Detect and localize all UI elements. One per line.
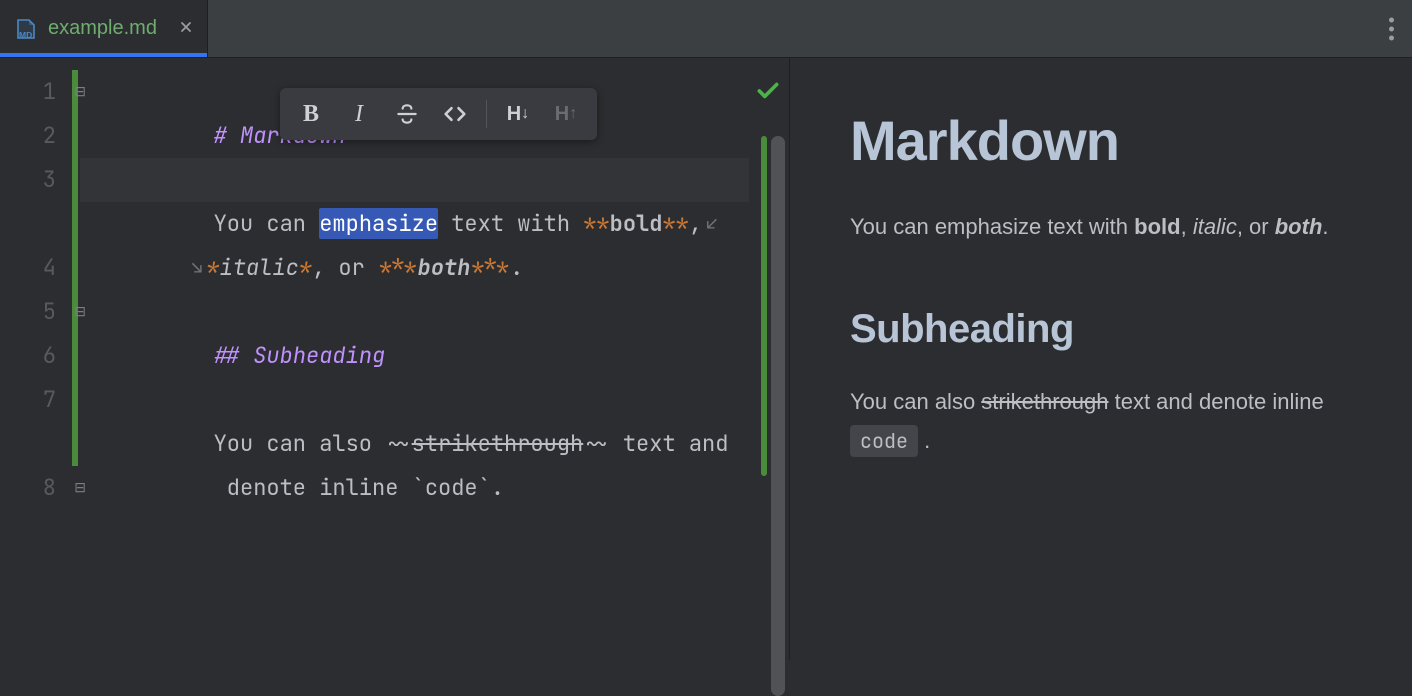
toolbar-separator — [486, 100, 487, 128]
file-tab[interactable]: MD example.md — [0, 0, 208, 57]
heading-increase-button[interactable]: H↓ — [495, 94, 541, 134]
markdown-formatting-toolbar: B I H↓ H↑ — [280, 88, 597, 140]
markdown-file-icon: MD — [14, 17, 38, 41]
svg-text:MD: MD — [19, 30, 32, 40]
editor-right-gutter — [749, 58, 789, 660]
markdown-source-editor[interactable]: 1⊟ 2 3 4 5⊟ 6 7 8⊟ # Markdown You can em… — [0, 58, 790, 660]
text-selection: emphasize — [319, 208, 438, 239]
heading-decrease-button[interactable]: H↑ — [543, 94, 589, 134]
soft-wrap-icon: ↙ — [706, 203, 717, 247]
editor-preview-split: 1⊟ 2 3 4 5⊟ 6 7 8⊟ # Markdown You can em… — [0, 58, 1412, 660]
italic-button[interactable]: I — [336, 94, 382, 134]
line-number: 6 — [0, 334, 70, 378]
strikethrough-button[interactable] — [384, 94, 430, 134]
code-button[interactable] — [432, 94, 478, 134]
close-tab-icon[interactable] — [179, 18, 193, 39]
inline-code: code — [850, 425, 918, 457]
preview-paragraph: You can also strikethrough text and deno… — [850, 382, 1352, 461]
preview-heading-2: Subheading — [850, 307, 1352, 352]
vcs-gutter — [70, 58, 80, 660]
inspection-ok-icon[interactable] — [755, 78, 781, 109]
line-number: 7 — [0, 378, 70, 466]
line-number: 3 — [0, 158, 70, 246]
line-number: 2 — [0, 114, 70, 158]
tab-bar: MD example.md — [0, 0, 1412, 58]
active-tab-indicator — [0, 53, 207, 57]
error-stripe-changes — [761, 136, 767, 476]
line-number: 4 — [0, 246, 70, 290]
soft-wrap-continuation-icon: ↘ — [192, 247, 203, 291]
line-number-gutter: 1⊟ 2 3 4 5⊟ 6 7 8⊟ — [0, 58, 70, 660]
preview-paragraph: You can emphasize text with bold, italic… — [850, 207, 1352, 247]
bold-button[interactable]: B — [288, 94, 334, 134]
tab-options-icon[interactable] — [1383, 11, 1400, 46]
tab-filename: example.md — [48, 17, 157, 40]
editor-scrollbar[interactable] — [771, 136, 785, 676]
preview-heading-1: Markdown — [850, 108, 1352, 173]
line-number: 1⊟ — [0, 70, 70, 114]
markdown-preview-pane: Markdown You can emphasize text with bol… — [790, 58, 1412, 660]
line-number: 8⊟ — [0, 466, 70, 510]
line-number: 5⊟ — [0, 290, 70, 334]
vcs-added-stripe — [72, 70, 78, 466]
code-text-area[interactable]: # Markdown You can emphasize text with *… — [80, 58, 749, 660]
